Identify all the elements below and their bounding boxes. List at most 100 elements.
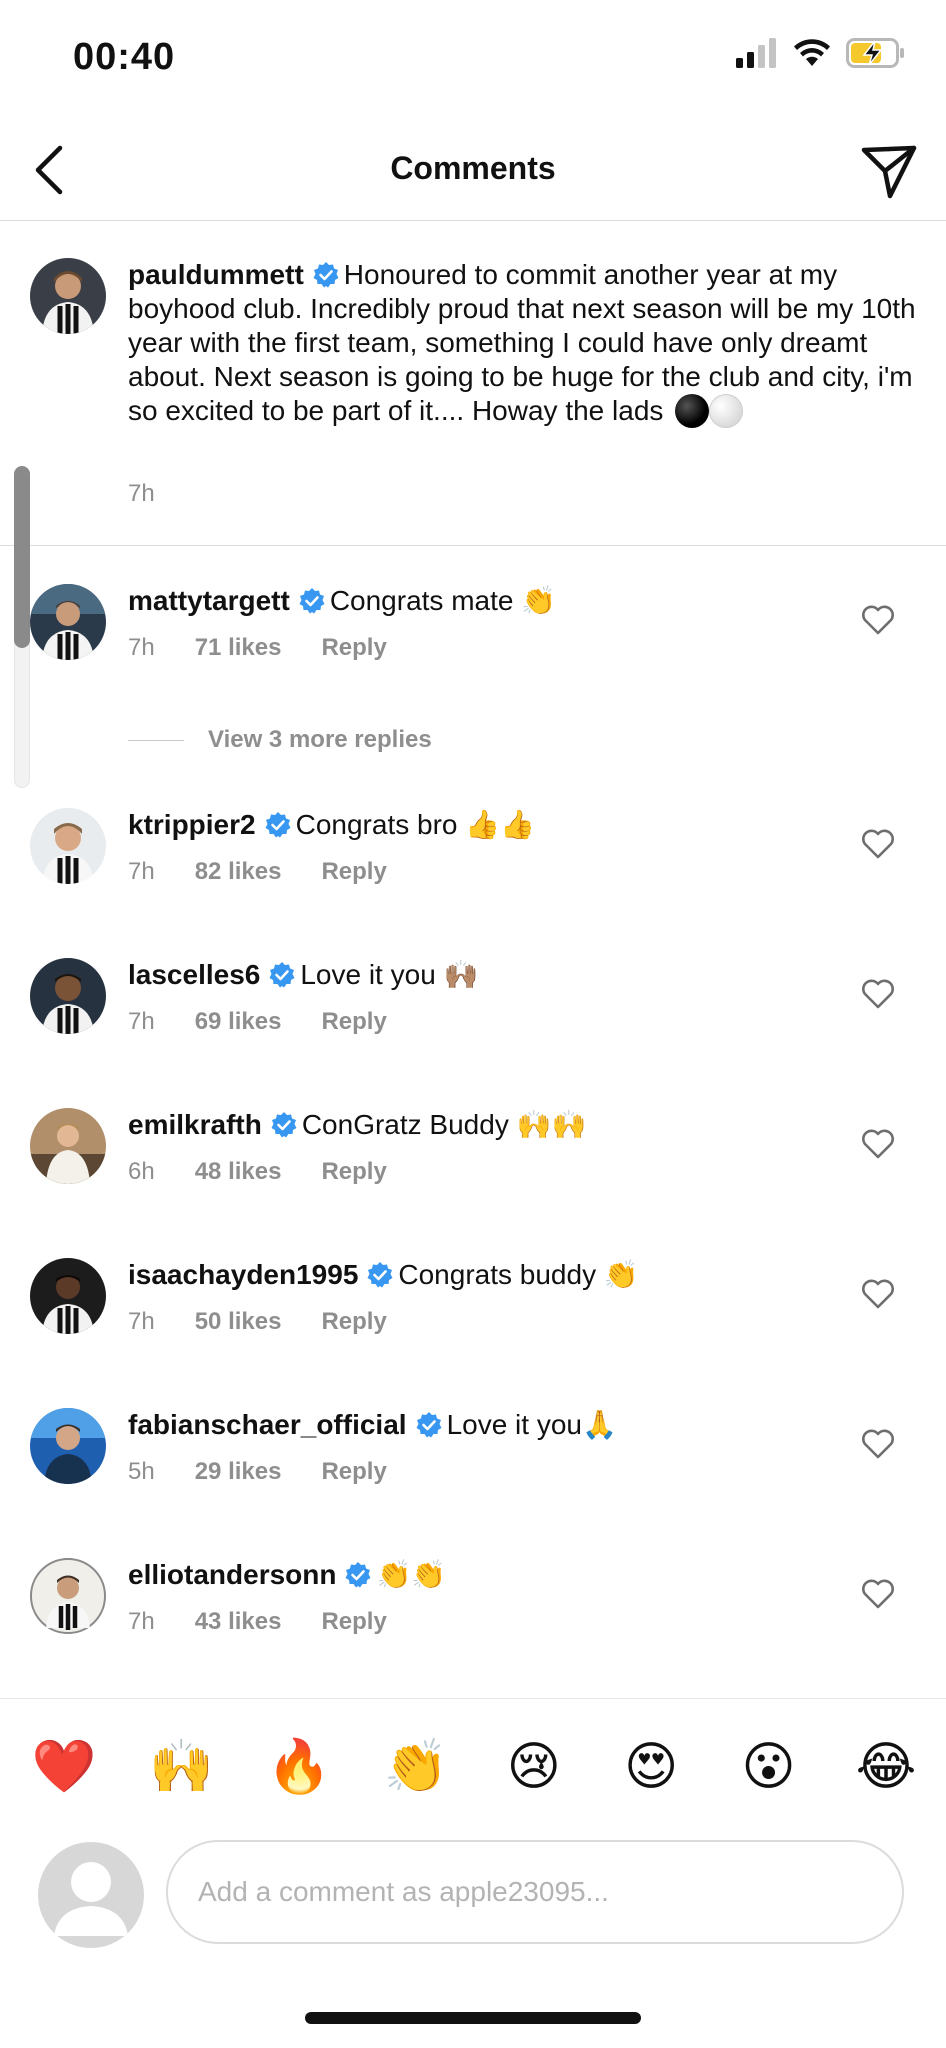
comment-username[interactable]: ktrippier2 — [128, 809, 256, 840]
white-circle-icon — [709, 394, 744, 428]
comment-timestamp: 6h — [128, 1158, 155, 1185]
comment-text: 👏👏 — [376, 1559, 447, 1590]
comment-timestamp: 7h — [128, 1608, 155, 1635]
comment-username[interactable]: fabianschaer_official — [128, 1409, 407, 1440]
comment-likes-count[interactable]: 48 likes — [195, 1158, 282, 1186]
avatar[interactable] — [30, 1258, 106, 1334]
status-time: 00:40 — [73, 36, 176, 78]
reply-button[interactable]: Reply — [321, 1458, 386, 1486]
comment-timestamp: 5h — [128, 1458, 155, 1485]
nav-bar: Comments — [0, 120, 946, 221]
caption-username[interactable]: pauldummett — [128, 259, 304, 290]
emoji-clapping-hands[interactable]: 👏 — [384, 1737, 449, 1797]
emoji-fire[interactable]: 🔥 — [266, 1737, 331, 1797]
avatar[interactable] — [30, 1558, 106, 1634]
comment-meta: 5h 29 likes Reply — [128, 1458, 387, 1486]
comment-username[interactable]: mattytargett — [128, 585, 290, 616]
comment-username[interactable]: isaachayden1995 — [128, 1259, 358, 1290]
emoji-tears-of-joy[interactable]: 😂 — [856, 1737, 917, 1797]
avatar[interactable] — [30, 584, 106, 660]
comment-timestamp: 7h — [128, 1308, 155, 1335]
comment-timestamp: 7h — [128, 858, 155, 885]
emoji-heart-eyes[interactable]: 😍 — [621, 1737, 681, 1797]
view-more-replies-button[interactable]: View 3 more replies — [128, 720, 432, 760]
user-silhouette-icon — [54, 1862, 128, 1936]
comment-timestamp: 7h — [128, 1008, 155, 1035]
emoji-red-heart[interactable]: ❤️ — [32, 1737, 97, 1797]
status-bar: 00:40 — [0, 0, 946, 120]
verified-badge-icon — [269, 962, 295, 988]
avatar[interactable] — [30, 258, 106, 334]
reply-button[interactable]: Reply — [321, 1008, 386, 1036]
comment-text: Congrats buddy 👏 — [398, 1259, 639, 1290]
user-avatar-placeholder — [38, 1842, 144, 1948]
caption-text: pauldummett Honoured to commit another ye… — [128, 258, 918, 428]
add-comment-input[interactable] — [166, 1840, 904, 1944]
comment-item: elliotandersonn 👏👏 7h 43 likes Reply — [0, 1558, 946, 1668]
comment-item: ktrippier2 Congrats bro 👍👍 7h 82 likes Re… — [0, 808, 946, 918]
emoji-surprised-face[interactable]: 😮 — [739, 1737, 799, 1797]
comment-text: Love it you🙏 — [446, 1409, 617, 1440]
comment-text: Congrats mate 👏 — [329, 585, 557, 616]
comment-likes-count[interactable]: 82 likes — [195, 858, 282, 886]
cellular-signal-icon — [736, 38, 776, 68]
heart-outline-icon[interactable] — [860, 602, 896, 638]
quick-emoji-bar: ❤️ 🙌 🔥 👏 😢 😍 😮 😂 — [0, 1698, 946, 1827]
comment-meta: 7h 50 likes Reply — [128, 1308, 387, 1336]
avatar[interactable] — [30, 1408, 106, 1484]
reply-button[interactable]: Reply — [321, 1608, 386, 1636]
comment-likes-count[interactable]: 71 likes — [195, 634, 282, 662]
verified-badge-icon — [271, 1112, 297, 1138]
comment-username[interactable]: elliotandersonn — [128, 1559, 336, 1590]
heart-outline-icon[interactable] — [860, 1276, 896, 1312]
heart-outline-icon[interactable] — [860, 1426, 896, 1462]
verified-badge-icon — [265, 812, 291, 838]
comment-timestamp: 7h — [128, 634, 155, 661]
post-caption: pauldummett Honoured to commit another ye… — [0, 250, 946, 546]
comment-meta: 7h 82 likes Reply — [128, 858, 387, 886]
comment-likes-count[interactable]: 43 likes — [195, 1608, 282, 1636]
comment-composer — [0, 1830, 946, 1970]
comment-meta: 7h 71 likes Reply — [128, 634, 387, 662]
reply-button[interactable]: Reply — [321, 1158, 386, 1186]
view-more-replies-label: View 3 more replies — [208, 726, 432, 753]
avatar[interactable] — [30, 958, 106, 1034]
reply-button[interactable]: Reply — [321, 858, 386, 886]
emoji-crying-face[interactable]: 😢 — [504, 1737, 564, 1797]
emoji-raising-hands[interactable]: 🙌 — [149, 1737, 214, 1797]
home-indicator[interactable] — [305, 2012, 641, 2024]
heart-outline-icon[interactable] — [860, 826, 896, 862]
heart-outline-icon[interactable] — [860, 1126, 896, 1162]
reply-button[interactable]: Reply — [321, 1308, 386, 1336]
reply-button[interactable]: Reply — [321, 634, 386, 662]
comment-likes-count[interactable]: 69 likes — [195, 1008, 282, 1036]
comment-meta: 6h 48 likes Reply — [128, 1158, 387, 1186]
comment-item: emilkrafth ConGratz Buddy 🙌🙌 6h 48 likes … — [0, 1108, 946, 1218]
comment-meta: 7h 69 likes Reply — [128, 1008, 387, 1036]
verified-badge-icon — [345, 1562, 371, 1588]
comment-text: Congrats bro 👍👍 — [295, 809, 535, 840]
comment-likes-count[interactable]: 50 likes — [195, 1308, 282, 1336]
status-icons — [736, 38, 906, 68]
avatar[interactable] — [30, 1108, 106, 1184]
wifi-icon — [794, 39, 830, 66]
heart-outline-icon[interactable] — [860, 1576, 896, 1612]
comment-text: ConGratz Buddy 🙌🙌 — [301, 1109, 587, 1140]
comment-likes-count[interactable]: 29 likes — [195, 1458, 282, 1486]
comment-username[interactable]: emilkrafth — [128, 1109, 262, 1140]
verified-badge-icon — [313, 262, 339, 288]
comment-username[interactable]: lascelles6 — [128, 959, 260, 990]
direct-share-icon[interactable] — [858, 140, 920, 202]
comment-item: lascelles6 Love it you 🙌🏽 7h 69 likes Rep… — [0, 958, 946, 1068]
comment-item: fabianschaer_official Love it you🙏 5h 29 … — [0, 1408, 946, 1518]
verified-badge-icon — [416, 1412, 442, 1438]
page-title: Comments — [390, 150, 556, 186]
comment-text: Love it you 🙌🏽 — [300, 959, 479, 990]
battery-charging-icon — [846, 38, 904, 68]
avatar[interactable] — [30, 808, 106, 884]
comment-item: mattytargett Congrats mate 👏 7h 71 likes … — [0, 584, 946, 694]
heart-outline-icon[interactable] — [860, 976, 896, 1012]
comment-meta: 7h 43 likes Reply — [128, 1608, 387, 1636]
verified-badge-icon — [299, 588, 325, 614]
black-circle-icon — [675, 394, 710, 428]
